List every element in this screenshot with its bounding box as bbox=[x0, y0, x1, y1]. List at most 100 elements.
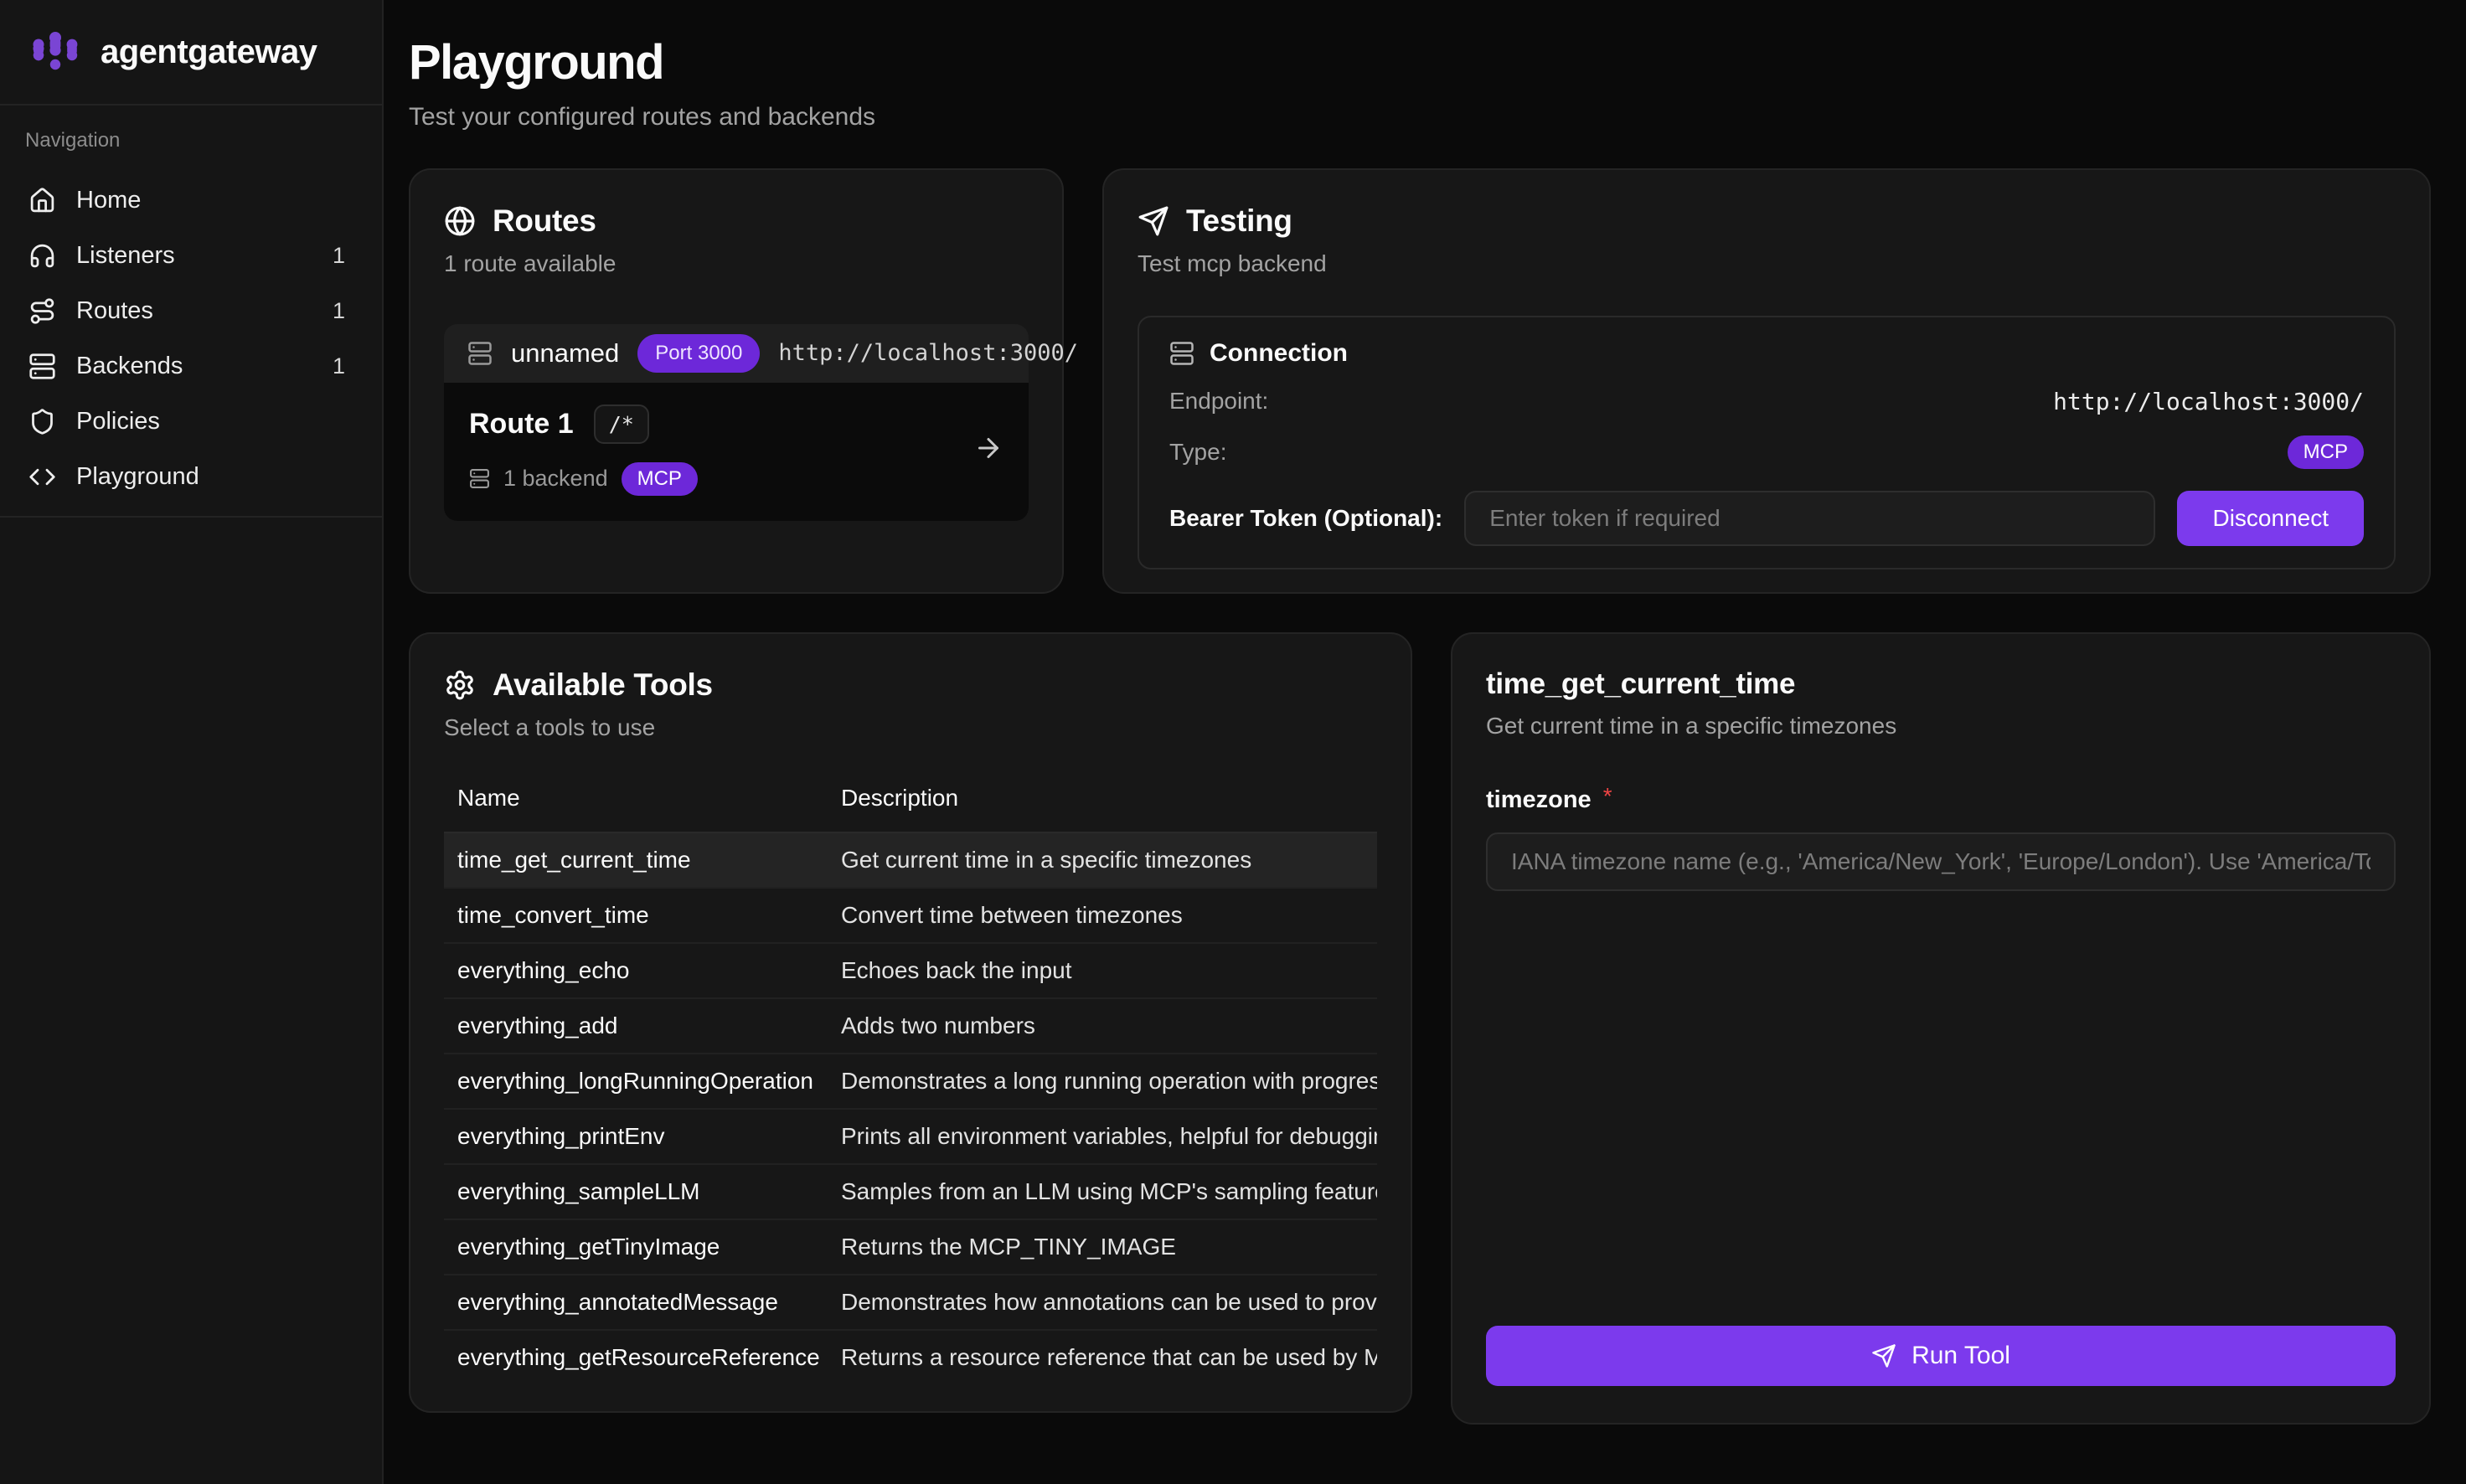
tool-description-cell: Returns a resource reference that can be… bbox=[828, 1330, 1377, 1384]
column-header-description: Description bbox=[828, 785, 1377, 832]
tool-description-cell: Returns the MCP_TINY_IMAGE bbox=[828, 1219, 1377, 1275]
column-header-name: Name bbox=[444, 785, 828, 832]
route-backend-count: 1 backend bbox=[503, 466, 608, 492]
listener-header: unnamed Port 3000 http://localhost:3000/ bbox=[444, 324, 1029, 383]
connection-heading: Connection bbox=[1169, 339, 2364, 368]
tool-name-cell: time_get_current_time bbox=[444, 832, 828, 888]
tool-description-cell: Demonstrates how annotations can be used… bbox=[828, 1275, 1377, 1330]
table-row[interactable]: everything_addAdds two numbers bbox=[444, 998, 1377, 1054]
headphones-icon bbox=[28, 242, 56, 270]
sidebar-item-label: Backends bbox=[76, 353, 183, 380]
tool-description-cell: Convert time between timezones bbox=[828, 888, 1377, 943]
agentgateway-logo-icon bbox=[28, 25, 82, 79]
nav-section-label: Navigation bbox=[17, 129, 365, 152]
app-root: agentgateway Navigation Home Listeners 1 bbox=[0, 0, 2466, 1484]
top-row: Routes 1 route available unnamed Port 30… bbox=[409, 168, 2431, 594]
timezone-input[interactable] bbox=[1486, 832, 2396, 891]
sidebar: agentgateway Navigation Home Listeners 1 bbox=[0, 0, 384, 1484]
bearer-token-input[interactable] bbox=[1464, 491, 2155, 546]
tool-description-cell: Samples from an LLM using MCP's sampling… bbox=[828, 1164, 1377, 1219]
tools-table-body: time_get_current_timeGet current time in… bbox=[444, 832, 1377, 1384]
route-list-item[interactable]: Route 1 /* 1 backend MCP bbox=[444, 383, 1029, 521]
bearer-token-row: Bearer Token (Optional): Disconnect bbox=[1169, 491, 2364, 546]
tool-name-cell: everything_add bbox=[444, 998, 828, 1054]
tool-name-cell: everything_echo bbox=[444, 943, 828, 998]
tools-table: Name Description time_get_current_timeGe… bbox=[444, 785, 1377, 1384]
disconnect-button[interactable]: Disconnect bbox=[2177, 491, 2364, 546]
route-info: Route 1 /* 1 backend MCP bbox=[469, 404, 698, 496]
tool-name-cell: everything_longRunningOperation bbox=[444, 1054, 828, 1109]
shield-icon bbox=[28, 408, 56, 435]
table-row[interactable]: time_get_current_timeGet current time in… bbox=[444, 832, 1377, 888]
tools-card-header: Available Tools bbox=[444, 667, 1377, 703]
port-badge: Port 3000 bbox=[637, 334, 760, 373]
tools-card-title: Available Tools bbox=[493, 667, 713, 703]
table-row[interactable]: everything_echoEchoes back the input bbox=[444, 943, 1377, 998]
house-icon bbox=[28, 187, 56, 214]
timezone-field-label: timezone bbox=[1486, 786, 1592, 814]
tool-runner-card: time_get_current_time Get current time i… bbox=[1451, 632, 2431, 1425]
table-row[interactable]: everything_getResourceReferenceReturns a… bbox=[444, 1330, 1377, 1384]
server-icon bbox=[469, 468, 490, 489]
required-marker: * bbox=[1603, 783, 1612, 810]
server-icon bbox=[467, 341, 493, 366]
tool-name-cell: everything_getTinyImage bbox=[444, 1219, 828, 1275]
table-row[interactable]: everything_printEnvPrints all environmen… bbox=[444, 1109, 1377, 1164]
gear-icon bbox=[444, 669, 476, 701]
sidebar-item-routes[interactable]: Routes 1 bbox=[17, 285, 365, 337]
brand-name: agentgateway bbox=[101, 33, 317, 71]
table-row[interactable]: everything_getTinyImageReturns the MCP_T… bbox=[444, 1219, 1377, 1275]
sidebar-item-backends[interactable]: Backends 1 bbox=[17, 340, 365, 392]
tool-runner-subtitle: Get current time in a specific timezones bbox=[1486, 713, 2396, 739]
testing-card-title: Testing bbox=[1186, 204, 1292, 239]
page-title: Playground bbox=[409, 35, 2431, 91]
sidebar-item-badge: 1 bbox=[333, 298, 353, 324]
tool-name-cell: everything_annotatedMessage bbox=[444, 1275, 828, 1330]
tools-card-subtitle: Select a tools to use bbox=[444, 714, 1377, 741]
sidebar-item-label: Policies bbox=[76, 408, 160, 435]
endpoint-value: http://localhost:3000/ bbox=[2053, 388, 2364, 415]
table-row[interactable]: everything_longRunningOperationDemonstra… bbox=[444, 1054, 1377, 1109]
tool-name-cell: time_convert_time bbox=[444, 888, 828, 943]
routes-card-subtitle: 1 route available bbox=[444, 250, 1029, 277]
send-icon bbox=[1871, 1343, 1896, 1368]
endpoint-row: Endpoint: http://localhost:3000/ bbox=[1169, 388, 2364, 415]
sidebar-item-label: Listeners bbox=[76, 242, 175, 270]
server-icon bbox=[28, 353, 56, 380]
run-tool-label: Run Tool bbox=[1911, 1342, 2010, 1370]
tool-description-cell: Echoes back the input bbox=[828, 943, 1377, 998]
route-name: Route 1 bbox=[469, 408, 574, 441]
listener-url: http://localhost:3000/ bbox=[778, 340, 1078, 366]
sidebar-item-playground[interactable]: Playground bbox=[17, 451, 365, 502]
arrow-right-icon bbox=[973, 433, 1003, 467]
listener-name: unnamed bbox=[511, 338, 619, 368]
sidebar-item-policies[interactable]: Policies bbox=[17, 395, 365, 447]
connection-panel: Connection Endpoint: http://localhost:30… bbox=[1138, 316, 2396, 569]
sidebar-nav: Navigation Home Listeners 1 Routes bbox=[0, 106, 382, 518]
timezone-field-label-row: timezone * bbox=[1486, 786, 2396, 814]
run-tool-button[interactable]: Run Tool bbox=[1486, 1326, 2396, 1386]
globe-icon bbox=[444, 205, 476, 237]
sidebar-item-badge: 1 bbox=[333, 353, 353, 379]
table-row[interactable]: time_convert_timeConvert time between ti… bbox=[444, 888, 1377, 943]
testing-card-header: Testing bbox=[1138, 204, 2396, 239]
bottom-row: Available Tools Select a tools to use Na… bbox=[409, 632, 2431, 1425]
sidebar-item-label: Playground bbox=[76, 463, 199, 491]
code-icon bbox=[28, 463, 56, 491]
sidebar-item-badge: 1 bbox=[333, 243, 353, 269]
page-subtitle: Test your configured routes and backends bbox=[409, 103, 2431, 131]
sidebar-item-home[interactable]: Home bbox=[17, 174, 365, 226]
server-icon bbox=[1169, 341, 1194, 366]
table-row[interactable]: everything_sampleLLMSamples from an LLM … bbox=[444, 1164, 1377, 1219]
connection-heading-label: Connection bbox=[1210, 339, 1348, 368]
listener-group: unnamed Port 3000 http://localhost:3000/… bbox=[444, 324, 1029, 521]
sidebar-item-listeners[interactable]: Listeners 1 bbox=[17, 229, 365, 281]
table-row[interactable]: everything_annotatedMessageDemonstrates … bbox=[444, 1275, 1377, 1330]
send-icon bbox=[1138, 205, 1169, 237]
tool-description-cell: Get current time in a specific timezones bbox=[828, 832, 1377, 888]
testing-card: Testing Test mcp backend Connection Endp… bbox=[1102, 168, 2431, 594]
tool-runner-title: time_get_current_time bbox=[1486, 667, 2396, 701]
bearer-token-label: Bearer Token (Optional): bbox=[1169, 505, 1442, 532]
sidebar-item-label: Home bbox=[76, 187, 141, 214]
main-content: Playground Test your configured routes a… bbox=[384, 0, 2466, 1484]
